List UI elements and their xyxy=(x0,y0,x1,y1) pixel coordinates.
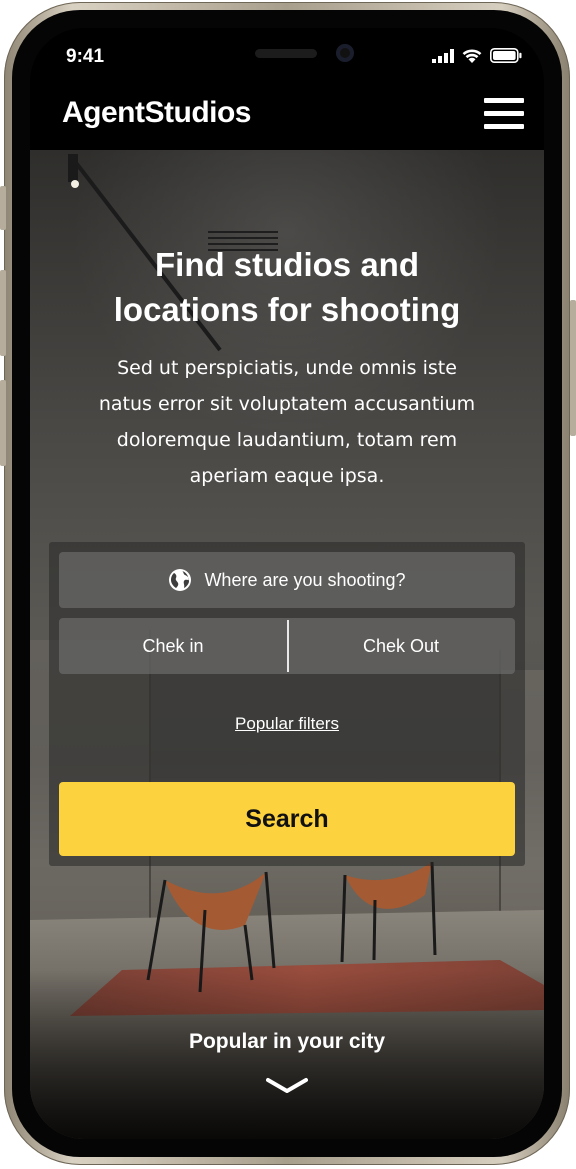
check-out-field[interactable]: Chek Out xyxy=(287,618,515,674)
phone-side-button xyxy=(0,186,6,230)
search-panel: Where are you shooting? Chek in Chek Out… xyxy=(49,542,525,866)
phone-bezel: 9:41 AgentStudios Find studios and locat… xyxy=(12,10,562,1157)
dates-row: Chek in Chek Out xyxy=(59,618,515,674)
phone-side-button xyxy=(570,300,576,436)
status-icons xyxy=(432,48,522,63)
hero-description: Sed ut perspiciatis, unde omnis iste nat… xyxy=(98,357,476,487)
status-time: 9:41 xyxy=(66,46,105,67)
app-header: AgentStudios xyxy=(30,88,544,150)
hero-title-line: locations for shooting xyxy=(113,291,461,328)
status-bar: 9:41 xyxy=(30,28,544,88)
front-camera xyxy=(336,44,354,62)
signal-icon xyxy=(432,49,454,63)
chevron-down-icon[interactable] xyxy=(266,1076,308,1096)
location-placeholder: Where are you shooting? xyxy=(204,569,406,590)
search-button[interactable]: Search xyxy=(59,782,515,856)
logo[interactable]: AgentStudios xyxy=(62,96,252,130)
globe-icon xyxy=(169,569,192,591)
check-in-field[interactable]: Chek in xyxy=(59,618,287,674)
notch-speaker xyxy=(255,49,317,58)
location-field[interactable]: Where are you shooting? xyxy=(59,552,515,608)
hero-section: Find studios and locations for shooting … xyxy=(30,150,544,1139)
wifi-icon xyxy=(462,49,482,63)
hero-title-line: Find studios and xyxy=(155,246,419,283)
phone-screen: 9:41 AgentStudios Find studios and locat… xyxy=(30,28,544,1139)
phone-side-button xyxy=(0,380,6,466)
hamburger-menu-icon[interactable] xyxy=(484,98,524,130)
popular-filters-link[interactable]: Popular filters xyxy=(49,714,525,734)
popular-section-title: Popular in your city xyxy=(188,1030,386,1053)
battery-icon xyxy=(490,48,522,63)
hero-title: Find studios and locations for shooting xyxy=(30,242,544,332)
phone-side-button xyxy=(0,270,6,356)
